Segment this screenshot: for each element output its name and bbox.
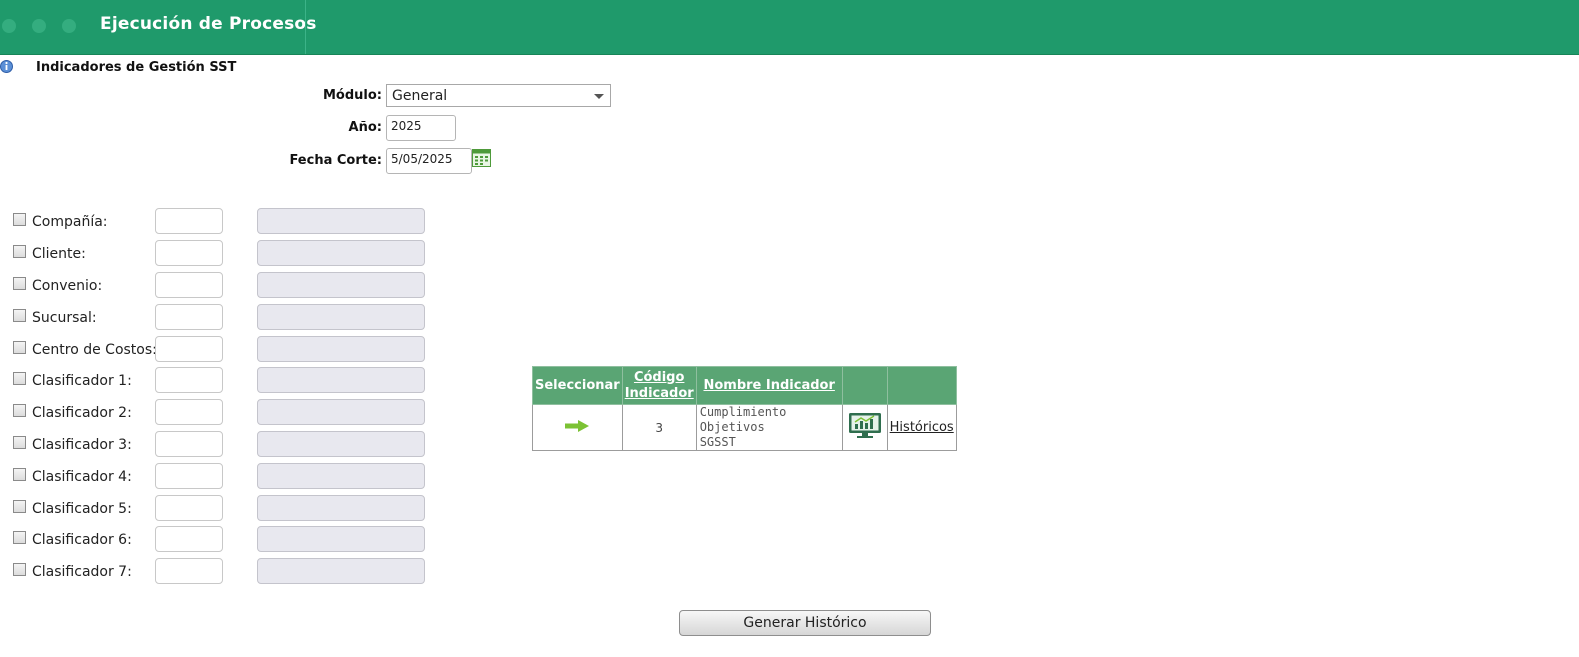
clasificador-3-desc-field (257, 431, 425, 457)
convenio-checkbox[interactable] (13, 277, 26, 290)
centro-costos-code-input[interactable] (155, 336, 223, 362)
sucursal-checkbox[interactable] (13, 309, 26, 322)
calendar-icon[interactable] (472, 149, 491, 167)
historicos-link[interactable]: Históricos (890, 420, 954, 435)
clasificador-1-label: Clasificador 1: (32, 373, 132, 389)
fecha-corte-value: 5/05/2025 (391, 152, 453, 166)
clasificador-5-code-input[interactable] (155, 495, 223, 521)
table-header-row: Seleccionar Código Indicador Nombre Indi… (532, 366, 957, 405)
col-codigo-line1: Código (633, 369, 685, 385)
col-codigo-line2: Indicador (624, 385, 694, 401)
chart-monitor-icon[interactable] (848, 412, 882, 440)
anio-input-value: 2025 (391, 119, 422, 133)
clasificador-5-desc-field (257, 495, 425, 521)
clasificador-4-checkbox[interactable] (13, 468, 26, 481)
col-codigo-indicador[interactable]: Código Indicador (621, 366, 697, 405)
clasificador-6-label: Clasificador 6: (32, 532, 132, 548)
convenio-code-input[interactable] (155, 272, 223, 298)
fecha-corte-label: Fecha Corte: (289, 153, 382, 168)
window-dot (32, 19, 46, 33)
window-dot (62, 19, 76, 33)
chart-cell[interactable] (841, 404, 888, 451)
clasificador-5-label: Clasificador 5: (32, 501, 132, 517)
col-chart (841, 366, 888, 405)
arrow-right-icon[interactable] (565, 420, 590, 432)
sucursal-code-input[interactable] (155, 304, 223, 330)
clasificador-7-code-input[interactable] (155, 558, 223, 584)
info-icon (0, 60, 13, 73)
clasificador-7-label: Clasificador 7: (32, 564, 132, 580)
select-cell[interactable] (532, 404, 623, 451)
clasificador-4-label: Clasificador 4: (32, 469, 132, 485)
cliente-checkbox[interactable] (13, 245, 26, 258)
clasificador-1-checkbox[interactable] (13, 372, 26, 385)
clasificador-6-checkbox[interactable] (13, 531, 26, 544)
indicators-table: Seleccionar Código Indicador Nombre Indi… (532, 366, 957, 451)
compania-code-input[interactable] (155, 208, 223, 234)
clasificador-2-checkbox[interactable] (13, 404, 26, 417)
generar-historico-button[interactable]: Generar Histórico (679, 610, 931, 636)
clasificador-3-code-input[interactable] (155, 431, 223, 457)
table-row: 3 Cumplimiento Objetivos SGSST Histórico… (532, 404, 957, 451)
clasificador-6-code-input[interactable] (155, 526, 223, 552)
clasificador-3-checkbox[interactable] (13, 436, 26, 449)
centro-costos-desc-field (257, 336, 425, 362)
centro-costos-label: Centro de Costos: (32, 342, 157, 358)
chevron-down-icon (594, 94, 604, 99)
clasificador-4-code-input[interactable] (155, 463, 223, 489)
clasificador-2-label: Clasificador 2: (32, 405, 132, 421)
anio-label: Año: (348, 120, 382, 135)
name-line1: Cumplimiento Objetivos (699, 405, 787, 434)
modulo-select-value: General (392, 88, 448, 104)
code-cell: 3 (621, 404, 697, 451)
clasificador-1-desc-field (257, 367, 425, 393)
clasificador-1-code-input[interactable] (155, 367, 223, 393)
window-dot (2, 19, 16, 33)
compania-checkbox[interactable] (13, 213, 26, 226)
sucursal-label: Sucursal: (32, 310, 97, 326)
anio-input[interactable]: 2025 (386, 115, 456, 141)
convenio-desc-field (257, 272, 425, 298)
clasificador-7-checkbox[interactable] (13, 563, 26, 576)
app-header: Ejecución de Procesos (0, 0, 1579, 55)
col-seleccionar: Seleccionar (532, 366, 623, 405)
clasificador-3-label: Clasificador 3: (32, 437, 132, 453)
compania-desc-field (257, 208, 425, 234)
page-title: Ejecución de Procesos (100, 14, 317, 34)
clasificador-7-desc-field (257, 558, 425, 584)
col-nombre-indicador[interactable]: Nombre Indicador (695, 366, 843, 405)
sucursal-desc-field (257, 304, 425, 330)
clasificador-4-desc-field (257, 463, 425, 489)
cliente-desc-field (257, 240, 425, 266)
clasificador-6-desc-field (257, 526, 425, 552)
name-line2: SGSST (699, 435, 736, 449)
cliente-label: Cliente: (32, 246, 86, 262)
modulo-label: Módulo: (322, 88, 382, 103)
centro-costos-checkbox[interactable] (13, 341, 26, 354)
fecha-corte-input[interactable]: 5/05/2025 (386, 148, 472, 174)
cliente-code-input[interactable] (155, 240, 223, 266)
historicos-cell: Históricos (886, 404, 957, 451)
compania-label: Compañía: (32, 214, 108, 230)
name-cell: Cumplimiento Objetivos SGSST (695, 404, 843, 451)
clasificador-2-desc-field (257, 399, 425, 425)
section-title: Indicadores de Gestión SST (36, 60, 237, 75)
col-historicos (886, 366, 957, 405)
header-divider (305, 0, 306, 54)
clasificador-2-code-input[interactable] (155, 399, 223, 425)
modulo-select[interactable]: General (386, 84, 611, 107)
convenio-label: Convenio: (32, 278, 103, 294)
clasificador-5-checkbox[interactable] (13, 500, 26, 513)
